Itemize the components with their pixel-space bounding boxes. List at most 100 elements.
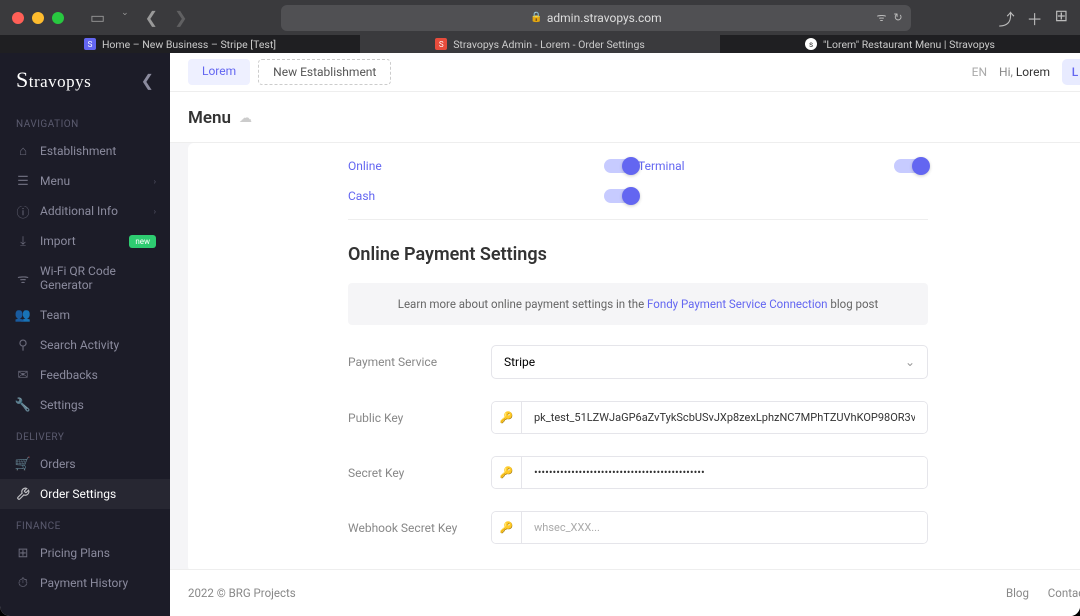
toggle-row: Cash [348, 189, 928, 203]
sidebar-item-payment-history[interactable]: ⏱ Payment History [0, 568, 170, 598]
sidebar-item-label: Payment History [40, 576, 128, 590]
sidebar-item-label: Orders [40, 457, 76, 471]
minimize-window-button[interactable] [32, 12, 44, 24]
toggle-cash[interactable] [604, 189, 638, 203]
sidebar-item-wifi-qr[interactable]: ᯤ Wi-Fi QR Code Generator [0, 256, 170, 300]
sidebar-item-feedbacks[interactable]: ✉ Feedbacks [0, 360, 170, 390]
logo: Stravopys [16, 67, 91, 93]
browser-toolbar: ▭ ⌄ ❮ ❯ ⛨ 🔒 admin.stravopys.com ᯤ ↻ ⤴ ＋ … [0, 0, 1080, 35]
pricing-icon: ⊞ [16, 546, 30, 560]
username: Lorem [1016, 65, 1050, 79]
secret-key-input[interactable] [522, 457, 927, 488]
toggle-row: Online Terminal [348, 159, 928, 173]
language-switcher[interactable]: EN [972, 65, 987, 79]
content-wrapper: Online Terminal Cash Online Payment [170, 143, 1080, 569]
toggle-online-group: Online [348, 159, 638, 173]
sidebar-item-establishment[interactable]: ⌂ Establishment [0, 136, 170, 166]
sidebar-item-label: Wi-Fi QR Code Generator [40, 264, 154, 292]
sidebar-item-menu[interactable]: ☰ Menu › [0, 166, 170, 196]
browser-tab-bar: S Home – New Business – Stripe [Test] S … [0, 35, 1080, 53]
tab-title: Home – New Business – Stripe [Test] [102, 38, 276, 51]
sidebar-toggle-icon[interactable]: ▭ [84, 6, 111, 29]
search-icon: ⚲ [16, 338, 30, 352]
maximize-window-button[interactable] [52, 12, 64, 24]
topbar-right: EN Hi, Lorem L [972, 59, 1080, 85]
team-icon: 👥 [16, 308, 30, 322]
public-key-input[interactable] [522, 402, 927, 433]
dropdown-icon[interactable]: ⌄ [115, 6, 135, 29]
form-row-secret-key: Secret Key 🔑 [348, 456, 928, 489]
toggle-online-label: Online [348, 159, 382, 173]
wrench-icon [16, 487, 30, 501]
form-row-webhook-secret: Webhook Secret Key 🔑 [348, 511, 928, 544]
stravopys-menu-favicon: s [805, 38, 817, 50]
sidebar-item-label: Settings [40, 398, 84, 412]
sidebar-item-orders[interactable]: 🛒 Orders [0, 449, 170, 479]
copyright: 2022 © BRG Projects [188, 586, 296, 600]
webhook-secret-input-group: 🔑 [491, 511, 928, 544]
sidebar-item-label: Team [40, 308, 70, 322]
sidebar-item-settings[interactable]: 🔧 Settings [0, 390, 170, 420]
toggle-online[interactable] [604, 159, 638, 173]
select-value: Stripe [504, 355, 535, 369]
avatar[interactable]: L [1062, 59, 1080, 85]
share-icon[interactable]: ⤴ [999, 6, 1015, 30]
traffic-lights [12, 12, 64, 24]
url-text: admin.stravopys.com [547, 11, 662, 25]
stripe-favicon: S [84, 38, 96, 50]
toggle-knob [622, 187, 640, 205]
footer-blog-link[interactable]: Blog [1006, 586, 1029, 600]
reader-icon[interactable]: ᯤ [877, 10, 887, 25]
sidebar: Stravopys ❮ NAVIGATION ⌂ Establishment ☰… [0, 53, 170, 616]
toggle-knob [622, 157, 640, 175]
browser-tab-active[interactable]: S Stravopys Admin - Lorem - Order Settin… [360, 35, 720, 53]
form-row-payment-service: Payment Service Stripe [348, 345, 928, 379]
section-title: Online Payment Settings [348, 244, 928, 265]
info-text-post: blog post [830, 297, 878, 311]
page-title: Menu [188, 108, 231, 128]
sidebar-item-additional-info[interactable]: ⓘ Additional Info › [0, 196, 170, 226]
secret-key-label: Secret Key [348, 466, 491, 480]
tabs-icon[interactable]: ⊞ [1055, 6, 1068, 30]
payment-service-select[interactable]: Stripe [491, 345, 928, 379]
history-icon: ⏱ [16, 576, 30, 590]
tab-lorem[interactable]: Lorem [188, 59, 250, 85]
tab-title: "Lorem" Restaurant Menu | Stravopys [823, 38, 995, 51]
sidebar-item-label: Search Activity [40, 338, 119, 352]
back-button[interactable]: ❮ [139, 6, 164, 29]
sidebar-item-label: Additional Info [40, 204, 118, 218]
sidebar-item-search-activity[interactable]: ⚲ Search Activity [0, 330, 170, 360]
sidebar-item-label: Import [40, 234, 76, 248]
info-box: Learn more about online payment settings… [348, 283, 928, 325]
webhook-secret-input[interactable] [522, 512, 927, 543]
nav-section-title: NAVIGATION [0, 107, 170, 136]
info-icon: ⓘ [16, 204, 30, 218]
toggle-terminal[interactable] [894, 159, 928, 173]
toggle-terminal-label: Terminal [638, 159, 685, 173]
topbar: Lorem New Establishment EN Hi, Lorem L [170, 53, 1080, 92]
url-bar[interactable]: 🔒 admin.stravopys.com ᯤ ↻ [281, 5, 910, 31]
sidebar-collapse-button[interactable]: ❮ [141, 71, 154, 90]
key-icon: 🔑 [492, 512, 522, 543]
wrench-icon: 🔧 [16, 398, 30, 412]
sidebar-item-team[interactable]: 👥 Team [0, 300, 170, 330]
browser-tab[interactable]: S Home – New Business – Stripe [Test] [0, 35, 360, 53]
public-key-input-group: 🔑 [491, 401, 928, 434]
secret-key-input-group: 🔑 [491, 456, 928, 489]
new-tab-icon[interactable]: ＋ [1027, 6, 1043, 30]
close-window-button[interactable] [12, 12, 24, 24]
tab-new-establishment[interactable]: New Establishment [258, 59, 391, 85]
footer-contact-link[interactable]: Contact [1048, 586, 1080, 600]
feedback-icon: ✉ [16, 368, 30, 382]
settings-card: Online Terminal Cash Online Payment [188, 143, 1080, 569]
public-key-label: Public Key [348, 411, 491, 425]
app-container: Stravopys ❮ NAVIGATION ⌂ Establishment ☰… [0, 53, 1080, 616]
reload-icon[interactable]: ↻ [893, 11, 902, 24]
browser-tab[interactable]: s "Lorem" Restaurant Menu | Stravopys [720, 35, 1080, 53]
sidebar-item-pricing-plans[interactable]: ⊞ Pricing Plans [0, 538, 170, 568]
form-row-public-key: Public Key 🔑 [348, 401, 928, 434]
sidebar-item-import[interactable]: ⤓ Import new [0, 226, 170, 256]
info-link[interactable]: Fondy Payment Service Connection [647, 297, 827, 311]
forward-button[interactable]: ❯ [168, 6, 193, 29]
sidebar-item-order-settings[interactable]: Order Settings [0, 479, 170, 509]
